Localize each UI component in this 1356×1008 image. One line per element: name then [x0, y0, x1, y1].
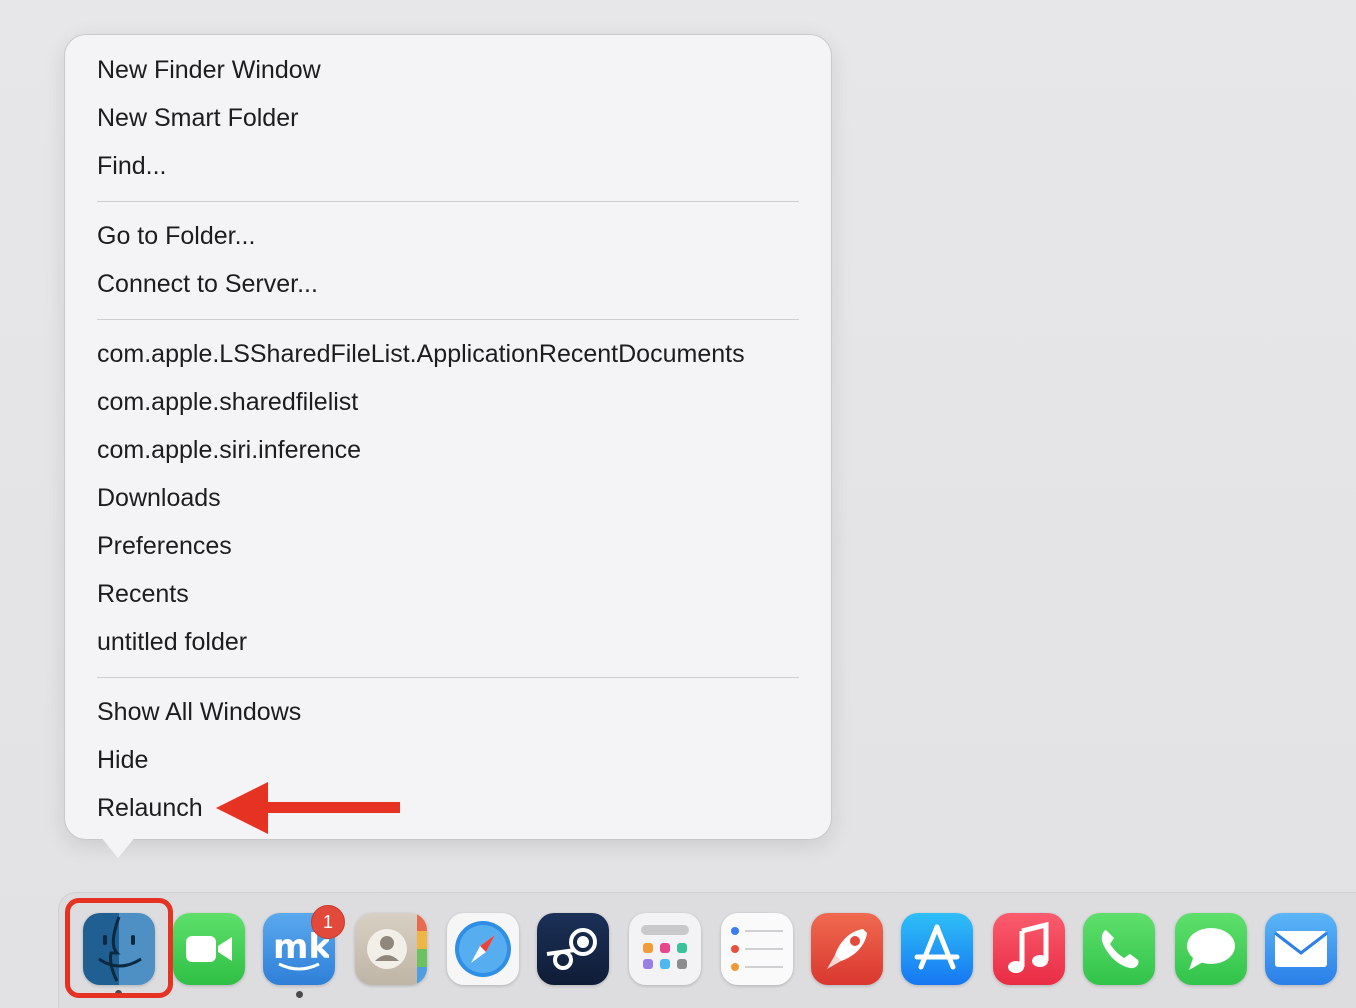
menu-item-recent-folder[interactable]: com.apple.siri.inference — [65, 426, 831, 474]
menu-item-recent-folder[interactable]: com.apple.LSSharedFileList.ApplicationRe… — [65, 330, 831, 378]
menu-separator — [97, 676, 799, 678]
menu-item-find[interactable]: Find... — [65, 142, 831, 190]
menu-item-hide[interactable]: Hide — [65, 736, 831, 784]
launchpad-icon[interactable] — [629, 913, 701, 985]
rocket-app-icon[interactable] — [811, 913, 883, 985]
menu-item-go-to-folder[interactable]: Go to Folder... — [65, 212, 831, 260]
menu-item-recent-folder[interactable]: Downloads — [65, 474, 831, 522]
messages-icon[interactable] — [1175, 913, 1247, 985]
menu-pointer — [100, 836, 136, 858]
finder-highlight-annotation — [65, 898, 173, 998]
reminders-icon[interactable] — [721, 913, 793, 985]
phone-icon[interactable] — [1083, 913, 1155, 985]
menu-item-new-finder-window[interactable]: New Finder Window — [65, 46, 831, 94]
menu-item-connect-to-server[interactable]: Connect to Server... — [65, 260, 831, 308]
steam-icon[interactable] — [537, 913, 609, 985]
facetime-icon[interactable] — [173, 913, 245, 985]
app-store-icon[interactable] — [901, 913, 973, 985]
menu-item-recent-folder[interactable]: com.apple.sharedfilelist — [65, 378, 831, 426]
annotation-arrow-icon — [216, 782, 400, 834]
menu-item-new-smart-folder[interactable]: New Smart Folder — [65, 94, 831, 142]
dock-context-menu: New Finder Window New Smart Folder Find.… — [64, 34, 832, 840]
menu-item-recent-folder[interactable]: Preferences — [65, 522, 831, 570]
safari-icon[interactable] — [447, 913, 519, 985]
music-icon[interactable] — [993, 913, 1065, 985]
desktop: New Finder Window New Smart Folder Find.… — [0, 0, 1356, 1008]
menu-item-show-all-windows[interactable]: Show All Windows — [65, 688, 831, 736]
menu-item-recent-folder[interactable]: Recents — [65, 570, 831, 618]
menu-item-recent-folder[interactable]: untitled folder — [65, 618, 831, 666]
running-indicator — [296, 991, 303, 998]
menu-item-relaunch[interactable]: Relaunch — [65, 784, 831, 832]
menu-separator — [97, 318, 799, 320]
notification-badge: 1 — [311, 905, 345, 939]
mail-icon[interactable] — [1265, 913, 1337, 985]
dock: mk 1 — [58, 892, 1356, 1008]
contacts-icon[interactable] — [355, 913, 427, 985]
menu-separator — [97, 200, 799, 202]
